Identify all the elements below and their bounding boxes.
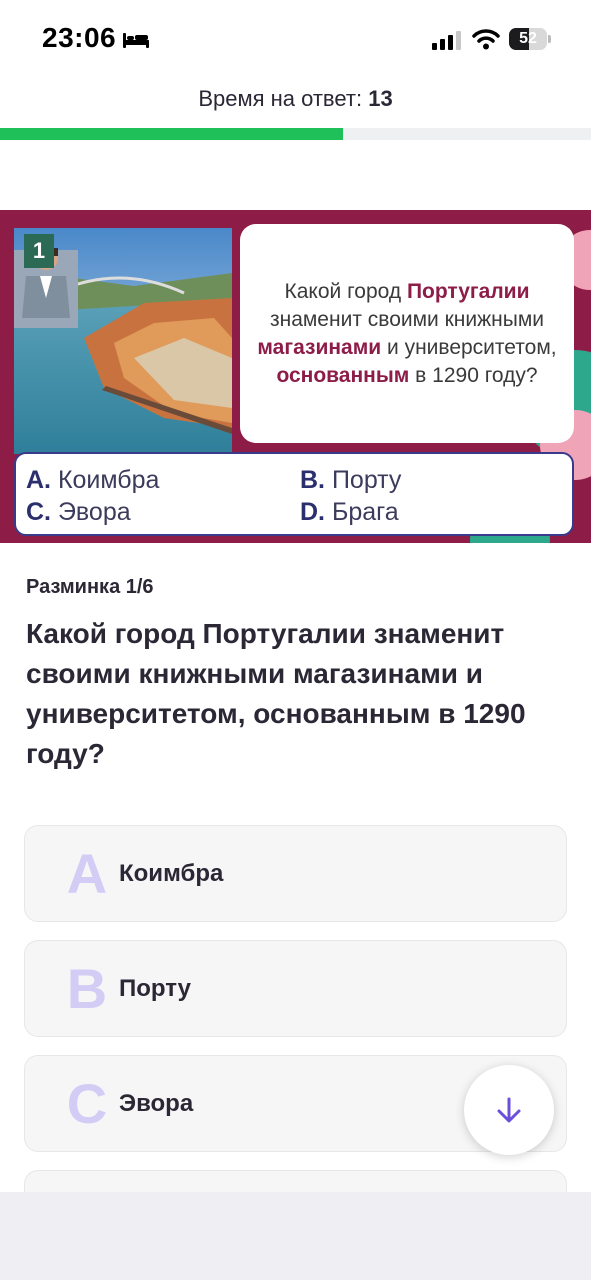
wifi-icon — [472, 29, 500, 50]
timer-label: Время на ответ: — [198, 86, 363, 111]
question-card-fragment: и университетом, — [381, 335, 557, 359]
question-card-highlight: Португалии — [406, 279, 530, 303]
battery-level: 52 — [519, 30, 537, 47]
question-number: 1 — [24, 234, 54, 268]
image-answer-d: D. Брага — [300, 498, 399, 526]
option-label: Эвора — [119, 1090, 194, 1117]
question-card-highlight: магазинами — [257, 335, 382, 359]
question-card-fragment: Какой город — [284, 279, 407, 303]
question-card-fragment: знаменит своими книжными — [269, 307, 545, 331]
answers-card: A. Коимбра B. Порту C. Эвора D. Брага — [14, 452, 574, 536]
answer-timer: Время на ответ: 13 — [0, 86, 591, 112]
question-card-highlight: основанным — [276, 363, 410, 387]
bottom-bar — [0, 1192, 591, 1280]
scroll-down-button[interactable] — [464, 1065, 554, 1155]
option-label: Порту — [119, 975, 191, 1002]
image-answer-a: A. Коимбра — [26, 466, 160, 494]
question-card: Какой город Португалии знаменит своими к… — [240, 224, 574, 443]
answer-option-a[interactable]: A Коимбра — [24, 825, 567, 922]
bed-icon — [123, 33, 149, 48]
signal-icon — [432, 31, 461, 50]
round-label: Разминка 1/6 — [26, 576, 154, 598]
timer-progress-bar — [0, 128, 591, 140]
porto-photo: 1 — [14, 228, 232, 454]
image-answer-b: B. Порту — [300, 466, 402, 494]
arrow-down-icon — [497, 1097, 521, 1123]
question-image: 1 Какой город Португалии знаменит своими… — [0, 210, 591, 543]
answer-option-b[interactable]: B Порту — [24, 940, 567, 1037]
status-time: 23:06 — [42, 22, 117, 53]
option-label: Коимбра — [119, 860, 224, 887]
timer-value: 13 — [368, 86, 393, 111]
option-letter: B — [66, 957, 108, 1020]
image-answer-c: C. Эвора — [26, 498, 131, 526]
question-card-fragment: в 1290 году? — [409, 363, 538, 387]
timer-progress-fill — [0, 128, 343, 140]
question-card-text: Какой город Португалии знаменит своими к… — [256, 278, 558, 390]
battery-icon: 52 — [509, 28, 551, 50]
option-letter: A — [66, 842, 108, 905]
status-bar: 23:06 52 — [0, 0, 591, 78]
question-title: Какой город Португалии знаменит своими к… — [26, 618, 526, 769]
option-letter: C — [66, 1072, 108, 1135]
